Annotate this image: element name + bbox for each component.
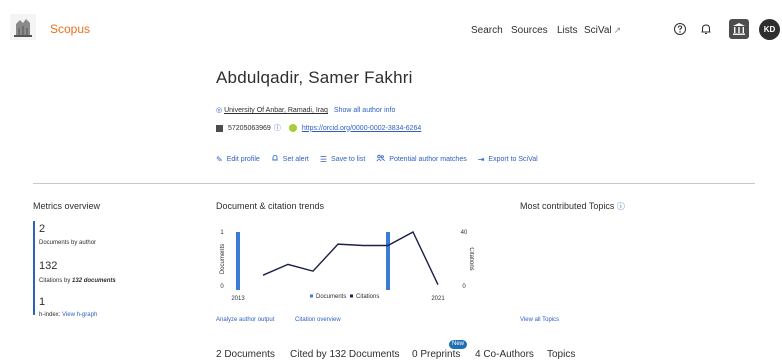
- bell-icon: [271, 154, 279, 164]
- orcid-icon: [288, 124, 297, 132]
- legend-citations-swatch: [350, 294, 353, 298]
- analyze-author-output-link[interactable]: Analyze author output: [216, 317, 274, 323]
- profile-actions: ✎ Edit profile Set alert ☰ Save to list Po…: [216, 154, 549, 164]
- export-icon: ⇥: [477, 154, 485, 164]
- new-badge: New: [449, 340, 467, 349]
- scopus-id-icon: [216, 124, 223, 132]
- external-link-icon: ↗: [613, 25, 622, 35]
- metrics-overview-title: Metrics overview: [33, 201, 101, 211]
- help-icon[interactable]: [673, 22, 687, 36]
- institution-icon[interactable]: [729, 19, 749, 39]
- citations-count-label: Citations by 132 documents: [39, 278, 116, 284]
- legend-documents-label: Documents: [316, 294, 346, 300]
- h-index-value: 1: [39, 296, 46, 308]
- nav-scival[interactable]: SciVal ↗: [584, 25, 621, 36]
- top-header: Scopus Search Sources Lists SciVal ↗ KD: [0, 0, 782, 60]
- citation-overview-link[interactable]: Citation overview: [295, 317, 341, 323]
- people-icon: [376, 154, 386, 164]
- nav-lists[interactable]: Lists: [557, 25, 578, 36]
- scopus-brand-link[interactable]: Scopus: [50, 22, 90, 36]
- section-divider: [33, 183, 755, 184]
- left-axis-tick-label: 1: [220, 230, 224, 236]
- tab-cited-by[interactable]: Cited by 132 Documents: [290, 349, 400, 360]
- scopus-author-id: 57205063969: [228, 124, 271, 132]
- topics-title-label: Most contributed Topics: [520, 201, 615, 211]
- save-to-list-button[interactable]: ☰ Save to list: [320, 154, 365, 164]
- left-axis-title: Documents: [220, 244, 226, 274]
- set-alert-label: Set alert: [282, 155, 309, 163]
- right-axis-title: Citations: [468, 247, 474, 270]
- nav-sources[interactable]: Sources: [511, 25, 548, 36]
- legend-citations-label: Citations: [356, 294, 379, 300]
- trends-title: Document & citation trends: [216, 201, 325, 211]
- documents-bar: [386, 232, 390, 290]
- potential-author-matches-button[interactable]: Potential author matches: [376, 154, 467, 164]
- documents-count-label: Documents by author: [39, 240, 97, 246]
- set-alert-button[interactable]: Set alert: [271, 154, 309, 164]
- user-avatar[interactable]: KD: [759, 19, 780, 40]
- save-to-list-label: Save to list: [331, 155, 366, 163]
- topics-info-icon[interactable]: ⓘ: [617, 202, 625, 211]
- h-index-label: h-index:: [39, 312, 61, 318]
- tab-topics[interactable]: Topics: [547, 349, 575, 360]
- right-axis-tick-label: 0: [462, 284, 466, 290]
- documents-count[interactable]: 2: [39, 223, 45, 235]
- view-all-topics-link[interactable]: View all Topics: [520, 317, 559, 323]
- author-name: Abdulqadir, Samer Fakhri: [216, 68, 413, 87]
- show-all-author-info-link[interactable]: Show all author info: [334, 107, 395, 114]
- right-axis-tick-label: 40: [461, 230, 468, 236]
- nav-scival-label: SciVal: [584, 25, 612, 36]
- left-axis-tick-label: 0: [220, 284, 224, 290]
- view-h-graph-link[interactable]: View h-graph: [62, 312, 97, 318]
- citations-label-prefix: Citations by: [39, 278, 73, 284]
- export-to-scival-button[interactable]: ⇥ Export to SciVal: [478, 154, 538, 164]
- affiliation-row: ◎ University Of Anbar, Ramadi, Iraq Show…: [216, 106, 395, 114]
- documents-bar: [236, 232, 240, 290]
- pencil-icon: ✎: [216, 154, 223, 164]
- citations-series-line: [262, 231, 439, 285]
- x-axis-start-label: 2013: [231, 296, 245, 302]
- identifier-row: 57205063969 ⓘ https://orcid.org/0000-000…: [216, 123, 421, 133]
- potential-author-matches-label: Potential author matches: [389, 155, 467, 163]
- x-axis-end-label: 2021: [431, 296, 445, 302]
- tab-documents[interactable]: 2 Documents: [216, 349, 275, 360]
- document-citation-trends-chart: 1 0 40 0 Documents Citations 2013 2021 Documents…: [220, 230, 474, 302]
- citations-count[interactable]: 132: [39, 260, 57, 272]
- notification-bell-icon[interactable]: [699, 22, 713, 36]
- nav-search[interactable]: Search: [471, 25, 503, 36]
- export-to-scival-label: Export to SciVal: [488, 155, 538, 163]
- h-index-row: h-index: View h-graph: [39, 312, 97, 318]
- list-icon: ☰: [319, 154, 328, 164]
- location-pin-icon: ◎: [216, 107, 223, 114]
- citations-label-documents: 132 documents: [72, 278, 116, 284]
- edit-profile-label: Edit profile: [226, 155, 260, 163]
- tab-co-authors[interactable]: 4 Co-Authors: [475, 349, 534, 360]
- legend-documents-swatch: [310, 294, 313, 298]
- affiliation-link[interactable]: University Of Anbar, Ramadi, Iraq: [224, 107, 328, 114]
- orcid-link[interactable]: https://orcid.org/0000-0002-3834-6264: [302, 125, 421, 132]
- info-icon[interactable]: ⓘ: [274, 123, 281, 133]
- edit-profile-button[interactable]: ✎ Edit profile: [216, 154, 260, 164]
- elsevier-logo-icon[interactable]: [10, 14, 36, 40]
- metrics-accent-bar: [33, 221, 35, 315]
- topics-title: Most contributed Topics ⓘ: [520, 201, 625, 212]
- tab-preprints[interactable]: 0 Preprints: [412, 349, 460, 360]
